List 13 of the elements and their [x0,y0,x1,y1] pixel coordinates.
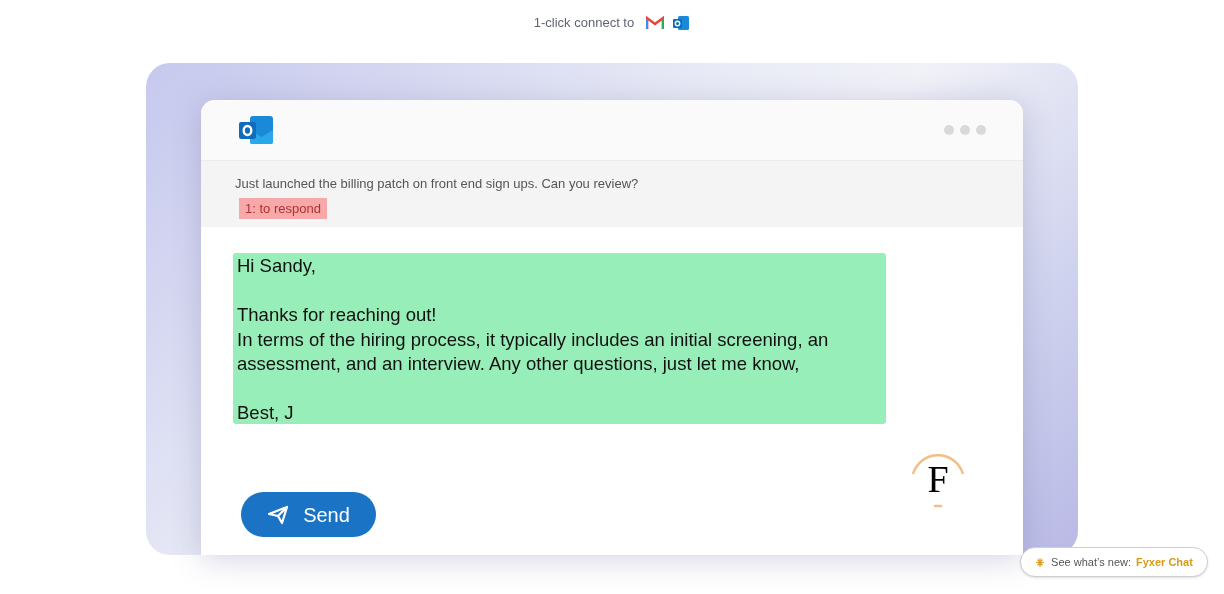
logo: F [909,452,967,510]
email-subject: Just launched the billing patch on front end sign ups. Can you review? [235,175,639,193]
mail-icon[interactable] [646,15,665,30]
outlook-icon [238,114,274,146]
toast-label: See what’s new: [1051,554,1131,570]
status-tag: 1: to respond [239,197,327,219]
send-icon [267,504,290,525]
reply-draft[interactable]: Hi Sandy, Thanks for reaching out! In terms of the hiring process, it typically includes an initial screening, an assessment, and an interview. Any other questions, just let me know, Best, J [233,253,886,424]
whats-new-toast[interactable]: See what’s new: Fyxer Chat [1020,547,1208,577]
outlook-icon[interactable] [672,14,691,31]
sparkle-icon [1035,556,1047,568]
send-button[interactable]: Send [241,492,376,537]
connect-label: 1-click connect to [533,13,635,32]
